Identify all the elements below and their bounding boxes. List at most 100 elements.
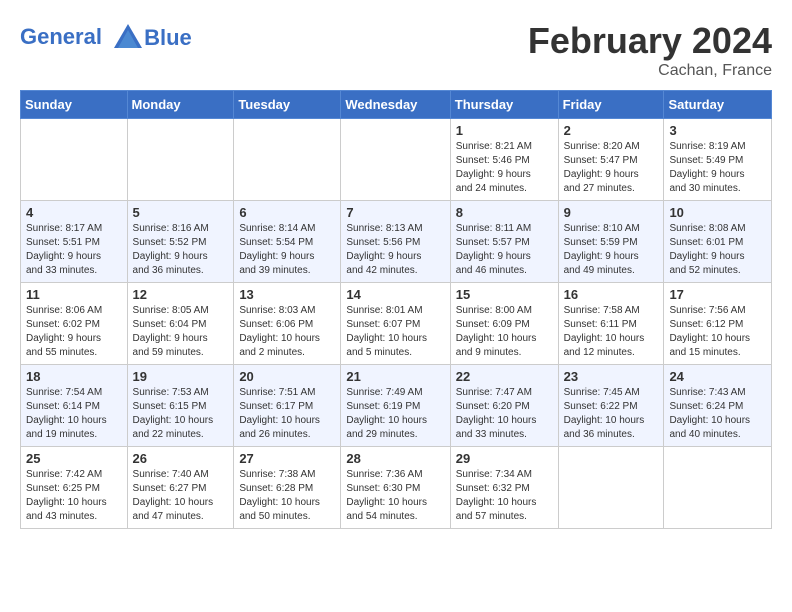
title-block: February 2024 Cachan, France <box>528 20 772 80</box>
day-info: Sunrise: 8:08 AM Sunset: 6:01 PM Dayligh… <box>669 222 766 278</box>
calendar-cell: 29 Sunrise: 7:34 AM Sunset: 6:32 PM Dayli… <box>450 447 558 529</box>
day-number: 7 <box>346 205 444 220</box>
day-info: Sunrise: 7:34 AM Sunset: 6:32 PM Dayligh… <box>456 468 553 524</box>
day-info: Sunrise: 8:11 AM Sunset: 5:57 PM Dayligh… <box>456 222 553 278</box>
day-info: Sunrise: 7:45 AM Sunset: 6:22 PM Dayligh… <box>564 386 659 442</box>
day-number: 26 <box>133 451 229 466</box>
day-info: Sunrise: 7:54 AM Sunset: 6:14 PM Dayligh… <box>26 386 122 442</box>
calendar-cell <box>234 119 341 201</box>
calendar-cell: 15Sunrise: 8:00 AM Sunset: 6:09 PM Dayli… <box>450 283 558 365</box>
day-number: 5 <box>133 205 229 220</box>
calendar-cell: 6 Sunrise: 8:14 AM Sunset: 5:54 PM Daylig… <box>234 201 341 283</box>
weekday-header-thursday: Thursday <box>450 91 558 119</box>
day-info: Sunrise: 7:36 AM Sunset: 6:30 PM Dayligh… <box>346 468 444 524</box>
calendar-cell: 27 Sunrise: 7:38 AM Sunset: 6:28 PM Dayli… <box>234 447 341 529</box>
day-info: Sunrise: 8:19 AM Sunset: 5:49 PM Dayligh… <box>669 140 766 196</box>
calendar-cell: 3 Sunrise: 8:19 AM Sunset: 5:49 PM Daylig… <box>664 119 772 201</box>
weekday-header-tuesday: Tuesday <box>234 91 341 119</box>
day-number: 22 <box>456 369 553 384</box>
day-number: 12 <box>133 287 229 302</box>
day-info: Sunrise: 7:49 AM Sunset: 6:19 PM Dayligh… <box>346 386 444 442</box>
day-number: 13 <box>239 287 335 302</box>
day-number: 27 <box>239 451 335 466</box>
calendar-cell: 24 Sunrise: 7:43 AM Sunset: 6:24 PM Dayli… <box>664 365 772 447</box>
day-info: Sunrise: 8:14 AM Sunset: 5:54 PM Dayligh… <box>239 222 335 278</box>
calendar-cell: 7 Sunrise: 8:13 AM Sunset: 5:56 PM Daylig… <box>341 201 450 283</box>
day-info: Sunrise: 8:03 AM Sunset: 6:06 PM Dayligh… <box>239 304 335 360</box>
calendar-cell: 25Sunrise: 7:42 AM Sunset: 6:25 PM Dayli… <box>21 447 128 529</box>
week-row-2: 4Sunrise: 8:17 AM Sunset: 5:51 PM Daylig… <box>21 201 772 283</box>
logo-icon <box>110 20 146 56</box>
weekday-header-sunday: Sunday <box>21 91 128 119</box>
week-row-1: 1 Sunrise: 8:21 AM Sunset: 5:46 PM Daylig… <box>21 119 772 201</box>
logo-blue: Blue <box>144 25 192 51</box>
day-info: Sunrise: 7:53 AM Sunset: 6:15 PM Dayligh… <box>133 386 229 442</box>
day-number: 18 <box>26 369 122 384</box>
calendar-cell: 23 Sunrise: 7:45 AM Sunset: 6:22 PM Dayli… <box>558 365 664 447</box>
calendar-cell: 17 Sunrise: 7:56 AM Sunset: 6:12 PM Dayli… <box>664 283 772 365</box>
day-number: 20 <box>239 369 335 384</box>
calendar-cell <box>21 119 128 201</box>
calendar-cell: 22 Sunrise: 7:47 AM Sunset: 6:20 PM Dayli… <box>450 365 558 447</box>
page-header: General Blue February 2024 Cachan, Franc… <box>20 20 772 80</box>
day-info: Sunrise: 8:16 AM Sunset: 5:52 PM Dayligh… <box>133 222 229 278</box>
day-number: 16 <box>564 287 659 302</box>
location: Cachan, France <box>528 62 772 80</box>
day-number: 24 <box>669 369 766 384</box>
day-info: Sunrise: 8:01 AM Sunset: 6:07 PM Dayligh… <box>346 304 444 360</box>
calendar-cell <box>664 447 772 529</box>
weekday-header-wednesday: Wednesday <box>341 91 450 119</box>
calendar-cell: 14 Sunrise: 8:01 AM Sunset: 6:07 PM Dayli… <box>341 283 450 365</box>
calendar-cell: 8 Sunrise: 8:11 AM Sunset: 5:57 PM Daylig… <box>450 201 558 283</box>
week-row-5: 25Sunrise: 7:42 AM Sunset: 6:25 PM Dayli… <box>21 447 772 529</box>
calendar-cell <box>127 119 234 201</box>
calendar-cell: 11 Sunrise: 8:06 AM Sunset: 6:02 PM Dayli… <box>21 283 128 365</box>
calendar-cell: 18 Sunrise: 7:54 AM Sunset: 6:14 PM Dayli… <box>21 365 128 447</box>
day-number: 1 <box>456 123 553 138</box>
day-number: 29 <box>456 451 553 466</box>
day-info: Sunrise: 7:51 AM Sunset: 6:17 PM Dayligh… <box>239 386 335 442</box>
day-number: 6 <box>239 205 335 220</box>
day-info: Sunrise: 8:05 AM Sunset: 6:04 PM Dayligh… <box>133 304 229 360</box>
calendar-cell: 20 Sunrise: 7:51 AM Sunset: 6:17 PM Dayli… <box>234 365 341 447</box>
day-info: Sunrise: 8:20 AM Sunset: 5:47 PM Dayligh… <box>564 140 659 196</box>
calendar-cell: 19 Sunrise: 7:53 AM Sunset: 6:15 PM Dayli… <box>127 365 234 447</box>
calendar-cell: 28 Sunrise: 7:36 AM Sunset: 6:30 PM Dayli… <box>341 447 450 529</box>
calendar-cell: 13 Sunrise: 8:03 AM Sunset: 6:06 PM Dayli… <box>234 283 341 365</box>
day-info: Sunrise: 7:47 AM Sunset: 6:20 PM Dayligh… <box>456 386 553 442</box>
day-number: 28 <box>346 451 444 466</box>
calendar-cell: 26 Sunrise: 7:40 AM Sunset: 6:27 PM Dayli… <box>127 447 234 529</box>
calendar-cell: 5 Sunrise: 8:16 AM Sunset: 5:52 PM Daylig… <box>127 201 234 283</box>
weekday-header-friday: Friday <box>558 91 664 119</box>
calendar-cell <box>558 447 664 529</box>
day-info: Sunrise: 7:40 AM Sunset: 6:27 PM Dayligh… <box>133 468 229 524</box>
weekday-header-saturday: Saturday <box>664 91 772 119</box>
day-number: 2 <box>564 123 659 138</box>
day-number: 10 <box>669 205 766 220</box>
day-number: 9 <box>564 205 659 220</box>
weekday-header-row: SundayMondayTuesdayWednesdayThursdayFrid… <box>21 91 772 119</box>
day-info: Sunrise: 7:43 AM Sunset: 6:24 PM Dayligh… <box>669 386 766 442</box>
day-number: 19 <box>133 369 229 384</box>
day-number: 8 <box>456 205 553 220</box>
day-info: Sunrise: 7:56 AM Sunset: 6:12 PM Dayligh… <box>669 304 766 360</box>
calendar-cell: 12 Sunrise: 8:05 AM Sunset: 6:04 PM Dayli… <box>127 283 234 365</box>
day-number: 23 <box>564 369 659 384</box>
month-year: February 2024 <box>528 20 772 62</box>
day-number: 3 <box>669 123 766 138</box>
day-number: 11 <box>26 287 122 302</box>
day-number: 17 <box>669 287 766 302</box>
calendar-table: SundayMondayTuesdayWednesdayThursdayFrid… <box>20 90 772 529</box>
day-number: 21 <box>346 369 444 384</box>
day-info: Sunrise: 7:38 AM Sunset: 6:28 PM Dayligh… <box>239 468 335 524</box>
day-info: Sunrise: 8:21 AM Sunset: 5:46 PM Dayligh… <box>456 140 553 196</box>
day-number: 15 <box>456 287 553 302</box>
day-number: 14 <box>346 287 444 302</box>
day-info: Sunrise: 7:42 AM Sunset: 6:25 PM Dayligh… <box>26 468 122 524</box>
calendar-cell: 10 Sunrise: 8:08 AM Sunset: 6:01 PM Dayli… <box>664 201 772 283</box>
day-info: Sunrise: 8:10 AM Sunset: 5:59 PM Dayligh… <box>564 222 659 278</box>
day-info: Sunrise: 8:06 AM Sunset: 6:02 PM Dayligh… <box>26 304 122 360</box>
calendar-cell: 16Sunrise: 7:58 AM Sunset: 6:11 PM Dayli… <box>558 283 664 365</box>
day-info: Sunrise: 8:13 AM Sunset: 5:56 PM Dayligh… <box>346 222 444 278</box>
calendar-cell: 21 Sunrise: 7:49 AM Sunset: 6:19 PM Dayli… <box>341 365 450 447</box>
